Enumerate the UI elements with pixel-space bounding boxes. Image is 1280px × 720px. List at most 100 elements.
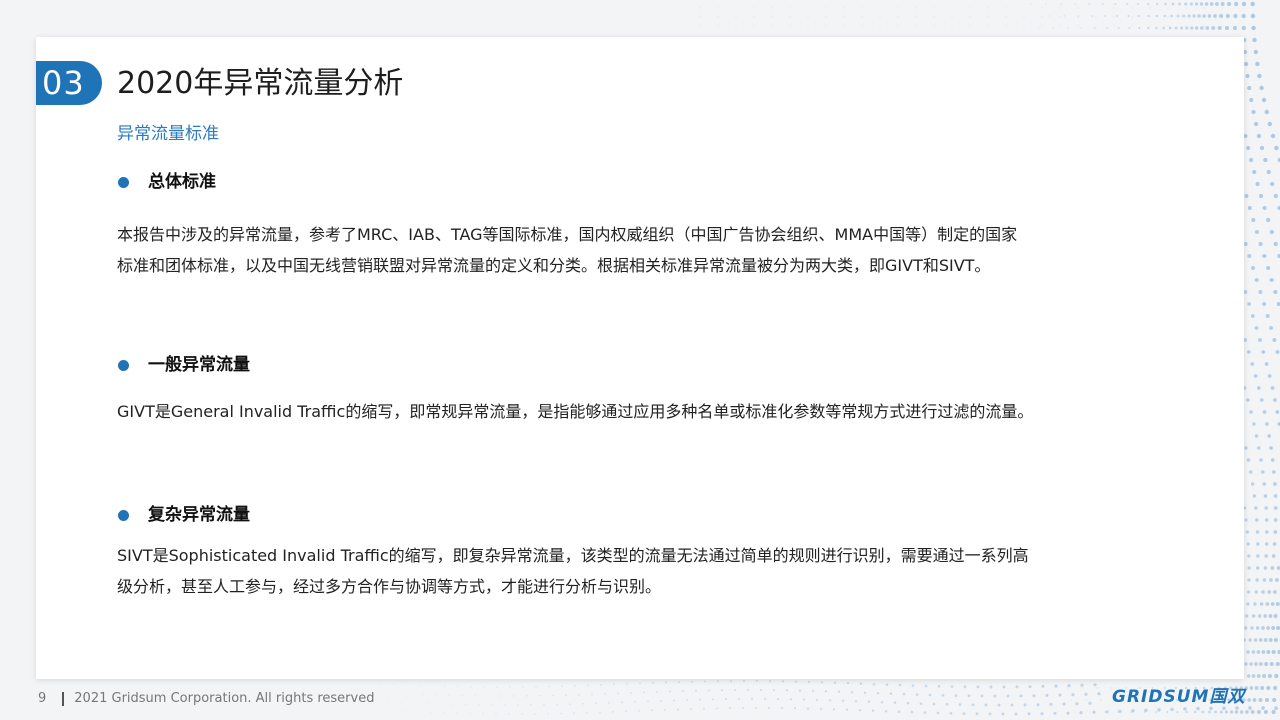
background-dot [1246,398,1250,402]
background-dot [863,691,867,694]
background-dot [1155,2,1159,6]
background-dot [1204,2,1209,6]
background-dot [1250,1,1255,7]
background-dot [600,684,602,686]
background-dot [626,683,628,685]
background-dot [1155,26,1158,30]
background-dot [643,691,645,694]
background-dot [1245,710,1249,714]
background-dot [767,706,771,710]
background-dot [825,16,827,18]
background-dot [1269,446,1273,450]
background-dot [1273,193,1278,199]
gridsum-logo: GRIDSUM国双 [1112,687,1246,707]
background-dot [1131,709,1135,713]
background-dot [621,701,623,704]
background-dot [608,702,610,704]
background-dot [1271,626,1276,630]
background-dot [794,680,798,683]
background-dot [1254,278,1259,282]
background-dot [1010,703,1014,707]
background-dot [1243,290,1248,294]
background-dot [1247,698,1251,702]
background-dot [1197,14,1201,18]
background-dot [595,702,597,705]
background-dot [1023,7,1025,9]
background-dot [1271,709,1276,715]
background-dot [1276,625,1280,631]
background-dot [1254,686,1259,690]
background-dot [1274,673,1279,679]
background-dot [1091,15,1094,17]
background-dot [1247,205,1252,211]
background-dot [1270,566,1275,570]
background-dot [951,25,953,27]
background-dot [1250,314,1255,318]
background-dot [923,711,927,714]
background-dot [1131,7,1133,9]
background-dot [599,711,601,714]
background-dot [1034,15,1036,17]
background-dot [1271,649,1276,655]
background-dot [1162,26,1165,30]
background-dot [828,699,832,702]
background-dot [1244,446,1248,450]
background-dot [535,685,537,688]
background-dot [435,694,437,696]
paragraph-overall-standard: 本报告中涉及的异常流量，参考了MRC、IAB、TAG等国际标准，国内权威组织（中… [117,219,1117,281]
background-dot [1101,3,1104,5]
background-dot [1253,374,1258,378]
background-dot [963,685,967,689]
background-dot [1005,7,1007,9]
background-dot [1256,566,1260,570]
background-dot [573,712,575,714]
background-dot [1275,661,1280,667]
background-dot [625,710,627,713]
background-dot [1074,711,1076,713]
background-dot [950,685,954,688]
background-dot [1266,169,1271,175]
background-dot [1250,362,1255,366]
background-dot [1257,73,1262,79]
background-dot [1157,708,1161,712]
background-dot [1213,14,1217,18]
copyright-text: 2021 Gridsum Corporation. All rights res… [74,691,375,706]
background-dot [915,693,919,696]
background-dot [1097,692,1101,696]
background-dot [487,695,489,697]
background-dot [819,707,823,711]
background-dot [1071,693,1075,697]
background-dot [1271,554,1276,558]
background-dot [1262,205,1267,211]
background-dot [1079,711,1083,715]
background-dot [1127,14,1130,18]
background-dot [1267,434,1272,438]
background-dot [1259,458,1263,462]
background-dot [861,16,863,18]
background-dot [1269,277,1274,283]
background-dot [1155,14,1159,18]
background-dot [691,680,693,683]
background-dot [755,679,759,683]
background-dot [1126,2,1129,6]
background-dot [1269,661,1274,667]
background-dot [1259,398,1264,402]
background-dot [1023,703,1027,707]
background-dot [1257,446,1261,450]
background-dot [560,712,562,715]
background-dot [1275,410,1280,414]
background-dot [1059,7,1061,9]
background-dot [639,682,641,685]
background-dot [1095,16,1097,18]
background-dot [1266,217,1271,223]
background-dot [1249,157,1254,163]
background-dot [1041,16,1043,18]
background-dot [439,703,441,705]
background-dot [1138,26,1141,30]
background-dot [753,16,755,18]
background-dot [1203,7,1205,9]
background-dot [1260,686,1265,690]
background-dot [444,685,446,687]
background-dot [750,697,754,701]
background-dot [753,25,755,27]
